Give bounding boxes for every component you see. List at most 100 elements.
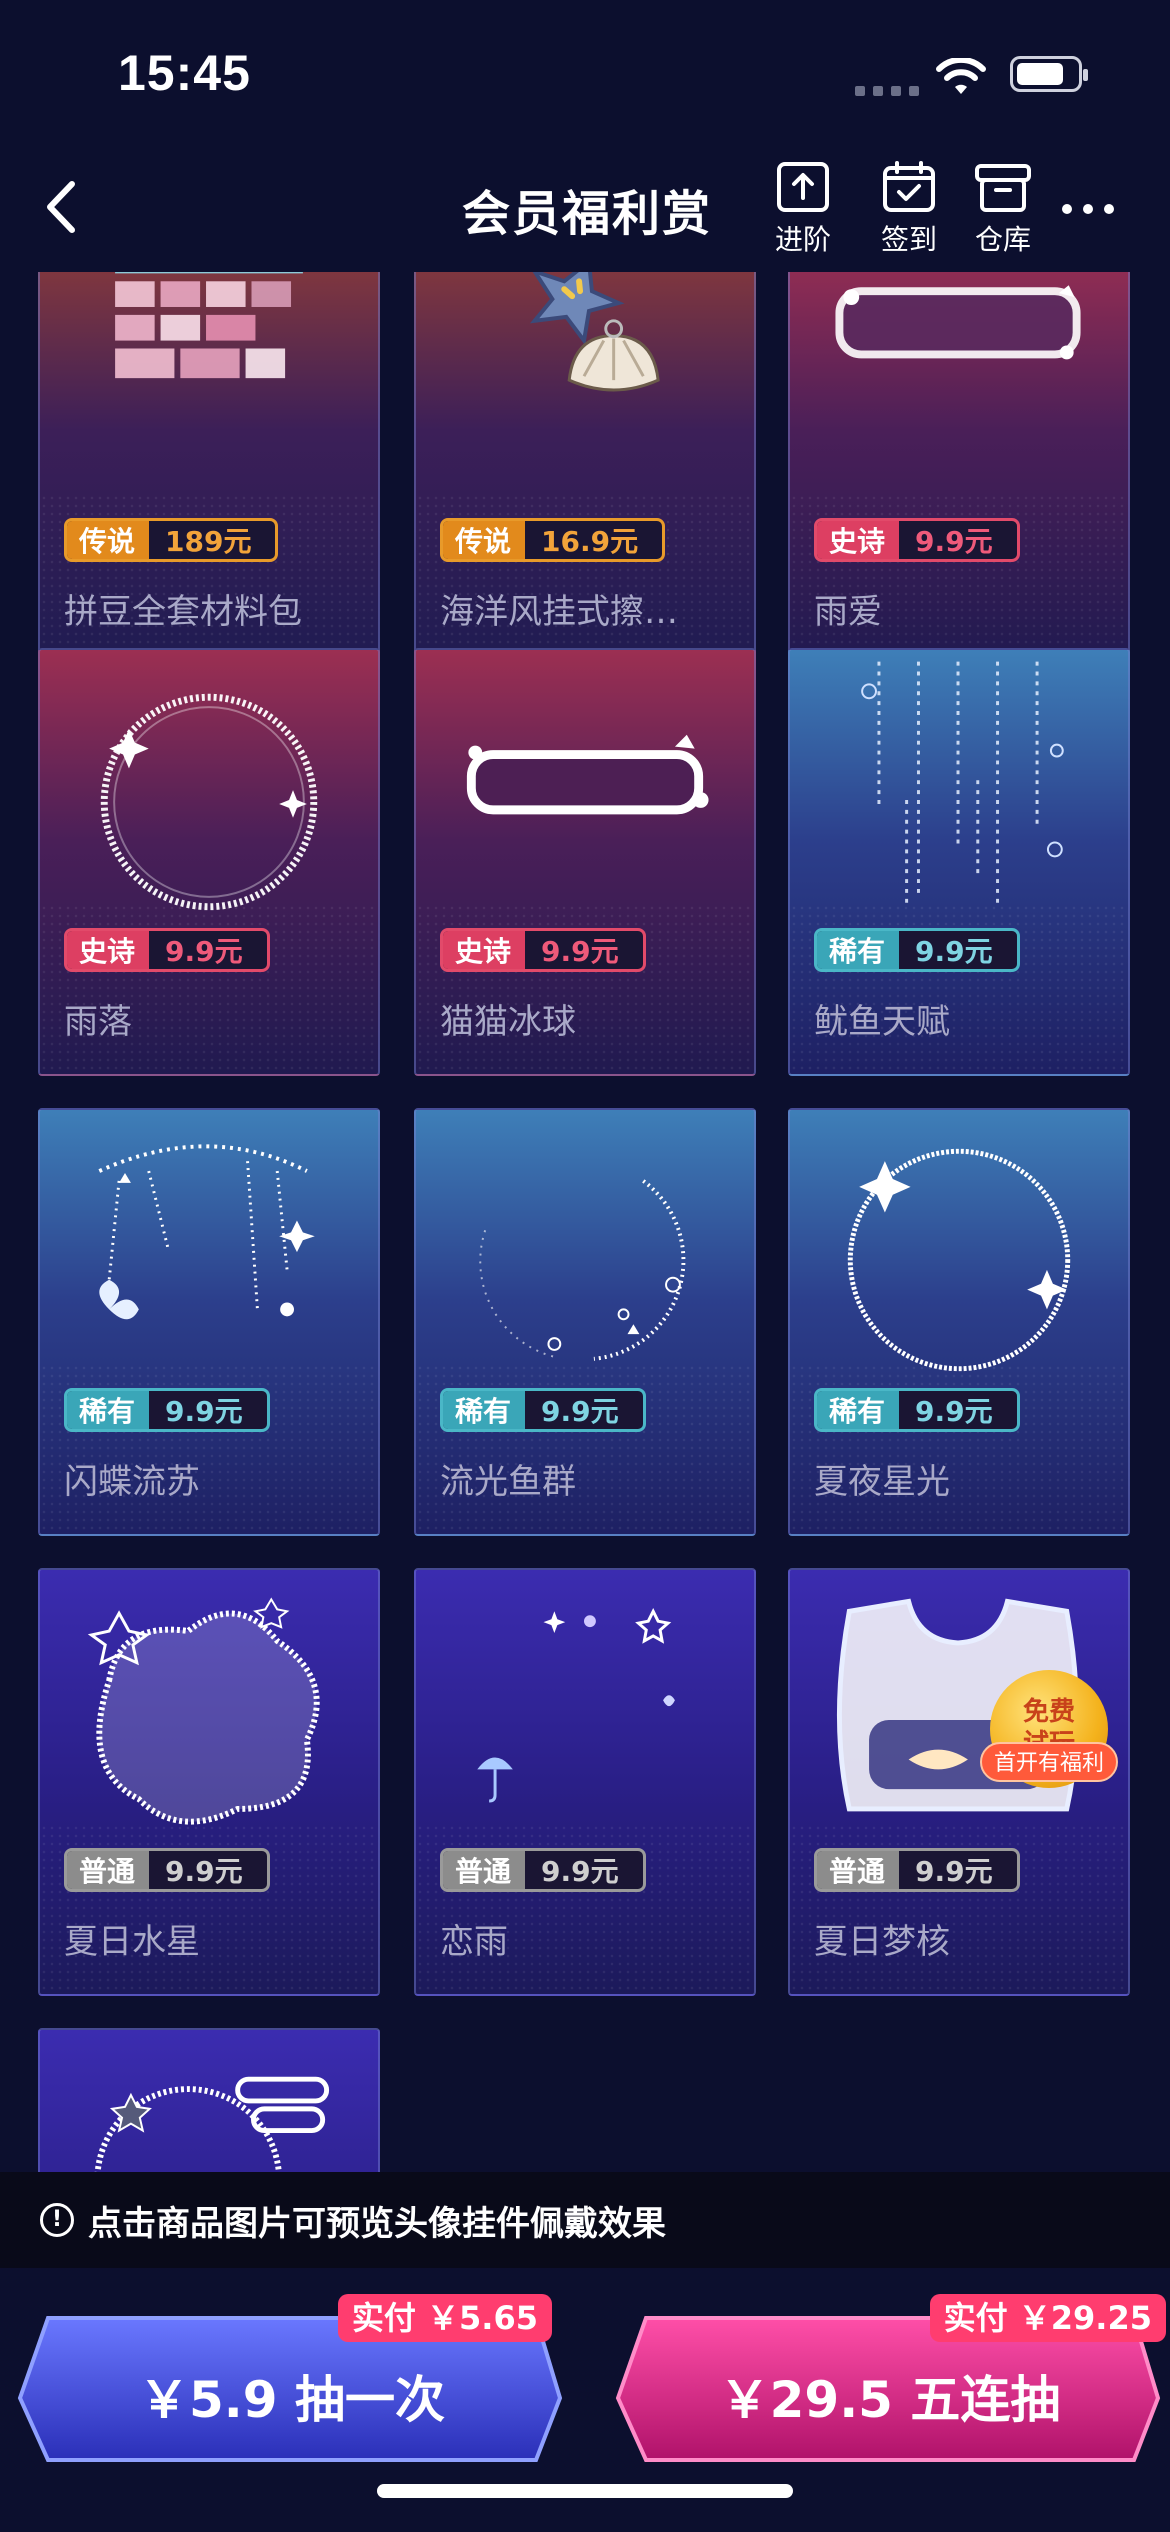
nav-button-label: 进阶 — [774, 223, 831, 256]
rarity-badge: 传说 189元 — [64, 518, 279, 562]
nav-button-advance[interactable]: 进阶 — [763, 160, 843, 258]
more-options-icon[interactable] — [1062, 204, 1114, 214]
draw-once-label: ￥5.9 抽一次 — [139, 2371, 445, 2429]
tier-label: 传说 — [443, 521, 526, 559]
item-image — [100, 693, 318, 911]
rarity-badge: 稀有 9.9元 — [64, 1388, 270, 1432]
box-icon — [975, 164, 1031, 212]
prize-card[interactable]: 稀有 9.9元 流光鱼群 — [414, 1108, 756, 1536]
price-label: 9.9元 — [915, 525, 993, 558]
tier-label: 史诗 — [67, 931, 150, 969]
prize-card[interactable]: 传说 189元 拼豆全套材料包 — [38, 272, 380, 666]
price-label: 9.9元 — [165, 1395, 243, 1428]
status-time: 15:45 — [118, 45, 251, 101]
nav-button-checkin[interactable]: 签到 — [869, 160, 949, 258]
price-label: 9.9元 — [541, 1855, 619, 1888]
prize-card[interactable]: 稀有 9.9元 夏夜星光 — [788, 1108, 1130, 1536]
draw-once-button[interactable]: ￥5.9 抽一次 实付 ￥5.65 — [12, 2294, 572, 2464]
preview-tip-text: 点击商品图片可预览头像挂件佩戴效果 — [88, 2203, 666, 2244]
prize-card[interactable]: 史诗 9.9元 猫猫冰球 — [414, 648, 756, 1076]
rarity-badge: 稀有 9.9元 — [440, 1388, 646, 1432]
info-icon: ! — [40, 2203, 74, 2237]
tier-label: 史诗 — [817, 521, 900, 559]
nav-button-label: 签到 — [880, 223, 937, 256]
tier-label: 传说 — [67, 521, 150, 559]
wifi-icon — [936, 58, 986, 94]
item-name: 雨爱 — [814, 592, 882, 632]
price-label: 16.9元 — [541, 525, 639, 558]
prize-card[interactable]: 普通 9.9元 恋雨 — [414, 1568, 756, 1996]
rarity-badge: 史诗 9.9元 — [64, 928, 270, 972]
item-image — [94, 2076, 330, 2172]
item-image — [529, 272, 660, 392]
draw-five-label: ￥29.5 五连抽 — [719, 2371, 1061, 2429]
free-play-badge[interactable]: 免费 试玩 首开有福利 — [980, 1670, 1118, 1788]
rarity-badge: 普通 9.9元 — [814, 1848, 1020, 1892]
price-label: 9.9元 — [915, 935, 993, 968]
prize-card[interactable]: 稀有 9.9元 闪蝶流苏 — [38, 1108, 380, 1536]
prize-card[interactable]: 传说 16.9元 海洋风挂式擦… — [414, 272, 756, 666]
rarity-badge: 普通 9.9元 — [440, 1848, 646, 1892]
item-name: 雨落 — [64, 1002, 132, 1042]
upload-icon — [777, 162, 829, 212]
draw-five-actual-price: 实付 ￥29.25 — [929, 2294, 1166, 2342]
free-play-ribbon: 首开有福利 — [980, 1742, 1118, 1782]
item-name: 流光鱼群 — [440, 1462, 576, 1502]
item-name: 夏日梦核 — [814, 1922, 950, 1962]
calendar-check-icon — [883, 161, 935, 212]
page-title: 会员福利赏 — [462, 186, 713, 242]
nav-button-label: 仓库 — [974, 223, 1031, 256]
tier-label: 普通 — [817, 1851, 900, 1889]
tier-label: 稀有 — [443, 1391, 526, 1429]
price-label: 9.9元 — [165, 935, 243, 968]
tier-label: 普通 — [443, 1851, 526, 1889]
draw-five-button[interactable]: ￥29.5 五连抽 实付 ￥29.25 — [610, 2294, 1170, 2464]
home-indicator[interactable] — [377, 2484, 793, 2498]
rarity-badge: 史诗 9.9元 — [814, 518, 1020, 562]
cellular-signal-icon — [855, 86, 919, 96]
tier-label: 稀有 — [817, 931, 900, 969]
prize-card[interactable]: 普通 9.9元 夏日水星 — [38, 1568, 380, 1996]
item-name: 猫猫冰球 — [440, 1002, 576, 1042]
price-label: 9.9元 — [541, 1395, 619, 1428]
item-image — [861, 661, 1064, 909]
item-image — [479, 1179, 686, 1361]
status-bar: 15:45 — [0, 0, 1170, 150]
item-name: 拼豆全套材料包 — [64, 592, 302, 632]
item-name: 海洋风挂式擦… — [440, 592, 678, 632]
price-label: 189元 — [165, 525, 252, 558]
item-image — [847, 1148, 1071, 1372]
item-image — [835, 285, 1081, 360]
tier-label: 稀有 — [67, 1391, 150, 1429]
tier-label: 稀有 — [817, 1391, 900, 1429]
tier-label: 史诗 — [443, 931, 526, 969]
rarity-badge: 普通 9.9元 — [64, 1848, 270, 1892]
item-image — [477, 1607, 675, 1803]
prize-card[interactable]: 史诗 9.9元 雨爱 — [788, 272, 1130, 666]
draw-once-actual-price: 实付 ￥5.65 — [337, 2294, 552, 2342]
battery-icon — [1010, 56, 1088, 92]
item-name: 闪蝶流苏 — [64, 1462, 200, 1502]
preview-tip-bar: ! 点击商品图片可预览头像挂件佩戴效果 — [0, 2172, 1170, 2268]
back-chevron-icon[interactable] — [30, 172, 100, 242]
rarity-badge: 传说 16.9元 — [440, 518, 666, 562]
price-label: 9.9元 — [915, 1855, 993, 1888]
item-name: 夏日水星 — [64, 1922, 200, 1962]
prize-card[interactable]: 稀有 9.9元 鱿鱼天赋 — [788, 648, 1130, 1076]
rarity-badge: 稀有 9.9元 — [814, 1388, 1020, 1432]
prize-card[interactable]: 史诗 9.9元 雨落 — [38, 648, 380, 1076]
price-label: 9.9元 — [915, 1395, 993, 1428]
prize-card[interactable]: 免费 试玩 首开有福利 普通 9.9元 夏日梦核 — [788, 1568, 1130, 1996]
prize-grid: 传说 189元 拼豆全套材料包 传说 16.9元 海洋风挂式擦… 史诗 9.9元… — [0, 272, 1170, 2172]
item-image — [115, 272, 303, 379]
nav-bar: 会员福利赏 进阶 签到 仓库 — [0, 150, 1170, 272]
item-image — [466, 734, 709, 815]
free-play-line1: 免费 — [1022, 1697, 1075, 1727]
item-name: 夏夜星光 — [814, 1462, 950, 1502]
tier-label: 普通 — [67, 1851, 150, 1889]
prize-card[interactable] — [38, 2028, 380, 2172]
nav-button-warehouse[interactable]: 仓库 — [963, 160, 1043, 258]
price-label: 9.9元 — [165, 1855, 243, 1888]
item-image — [87, 1597, 320, 1825]
rarity-badge: 史诗 9.9元 — [440, 928, 646, 972]
